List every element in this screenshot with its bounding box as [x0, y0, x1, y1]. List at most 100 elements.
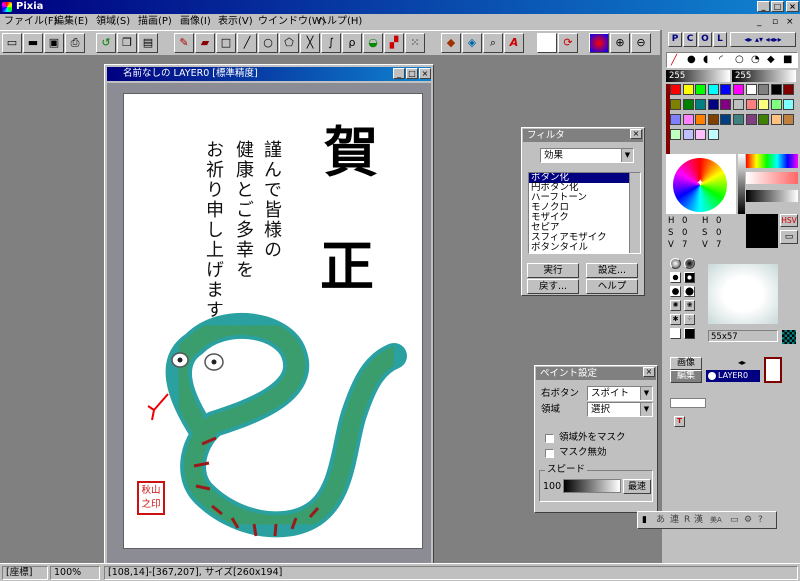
- palette-swatch[interactable]: [682, 84, 694, 95]
- black-brush-icon[interactable]: [684, 328, 695, 339]
- close-button[interactable]: ×: [786, 1, 799, 12]
- hue-bar[interactable]: [746, 154, 798, 168]
- tab-color[interactable]: C: [683, 32, 697, 47]
- palette-swatch[interactable]: [758, 114, 770, 125]
- palette-swatch[interactable]: [670, 84, 681, 95]
- palette-swatch[interactable]: [695, 84, 707, 95]
- filter-settings-button[interactable]: 設定...: [586, 263, 638, 278]
- palette-swatch[interactable]: [682, 129, 694, 140]
- brush-tip-row[interactable]: ╱ ● ◖ ◜ ○ ◔ ◆ ■: [666, 52, 798, 68]
- layer-row[interactable]: LAYER0: [706, 370, 760, 382]
- mask-disable-checkbox[interactable]: [545, 449, 554, 458]
- rotate-icon[interactable]: ⟳: [558, 33, 578, 53]
- filter-panel-close-button[interactable]: ×: [630, 129, 642, 139]
- ime-pad-icon[interactable]: ▭: [730, 514, 739, 526]
- chevron-down-icon[interactable]: ▼: [621, 149, 633, 162]
- ellipse-icon[interactable]: ○: [258, 33, 278, 53]
- doc-minimize-button[interactable]: _: [393, 68, 405, 79]
- filter-revert-button[interactable]: 戻す...: [527, 279, 579, 294]
- hsv-toggle-button[interactable]: HSV: [780, 214, 798, 227]
- chevron-down-icon[interactable]: ▼: [640, 403, 652, 416]
- color-folder-icon[interactable]: ▭: [780, 230, 798, 244]
- rectangle-icon[interactable]: □: [216, 33, 236, 53]
- density-slider[interactable]: 255: [732, 70, 796, 82]
- zoom-icon[interactable]: ⌕: [483, 33, 503, 53]
- filter-list-item[interactable]: ボタンタイル: [529, 243, 640, 253]
- palette-swatch[interactable]: [707, 99, 719, 110]
- circle-tip-icon[interactable]: ○: [735, 54, 744, 65]
- menu-draw[interactable]: 描画(P): [138, 15, 172, 29]
- menu-window[interactable]: ウインドウ(W): [258, 15, 326, 29]
- pen-tip-icon[interactable]: ╱: [671, 55, 677, 66]
- current-color-swatch[interactable]: [746, 214, 778, 248]
- ime-mode-ren[interactable]: 連: [670, 514, 679, 526]
- gradient-tip-icon[interactable]: ◔: [751, 54, 760, 65]
- palette-swatch[interactable]: [733, 84, 744, 95]
- palette-swatch[interactable]: [783, 84, 795, 95]
- big-round-brush-icon[interactable]: [684, 286, 695, 297]
- layer-thumbnail[interactable]: [764, 357, 782, 383]
- new-file-icon[interactable]: ▭: [2, 33, 22, 53]
- polygon-icon[interactable]: ⬠: [279, 33, 299, 53]
- paste-icon[interactable]: ▤: [138, 33, 158, 53]
- dots-brush-icon[interactable]: ⁘: [684, 314, 695, 325]
- doc-close-button[interactable]: ×: [419, 68, 431, 79]
- ime-mode-kanji[interactable]: 漢: [694, 514, 703, 526]
- palette-swatch[interactable]: [670, 129, 681, 140]
- palette-swatch[interactable]: [770, 99, 782, 110]
- layer-visible-icon[interactable]: [708, 372, 716, 380]
- palette-swatch[interactable]: [720, 84, 732, 95]
- palette-swatch[interactable]: [707, 129, 719, 140]
- layer-tab-image[interactable]: 画像: [670, 357, 702, 370]
- color-wheel-icon[interactable]: [589, 33, 609, 53]
- ime-mode-a[interactable]: あ: [656, 514, 665, 526]
- palette-swatch[interactable]: [758, 99, 770, 110]
- area-select[interactable]: 選択 ▼: [587, 402, 653, 417]
- palette-swatch[interactable]: [745, 99, 757, 110]
- palette-swatch[interactable]: [695, 99, 707, 110]
- stamp-icon[interactable]: ◈: [462, 33, 482, 53]
- star-brush-icon[interactable]: ✺: [670, 300, 681, 311]
- layer-arrows-icon[interactable]: ◂▸: [738, 357, 746, 369]
- palette-swatch[interactable]: [758, 84, 770, 95]
- right-button-select[interactable]: スポイト ▼: [587, 386, 653, 401]
- speed-fastest-button[interactable]: 最速: [623, 479, 651, 494]
- palette-swatch[interactable]: [733, 99, 744, 110]
- ring-brush-icon[interactable]: [670, 272, 681, 283]
- panel-arrows-button[interactable]: ◂▸ ▴▾ ◂◂▸▸: [730, 32, 796, 47]
- eraser-icon[interactable]: ▰: [195, 33, 215, 53]
- undo-icon[interactable]: ↺: [96, 33, 116, 53]
- pattern-icon[interactable]: [782, 330, 796, 344]
- open-file-icon[interactable]: ▬: [23, 33, 43, 53]
- doc-maximize-button[interactable]: □: [406, 68, 418, 79]
- curve-icon[interactable]: ∫: [321, 33, 341, 53]
- filter-category-select[interactable]: 効果 ▼: [540, 148, 634, 163]
- bucket-fill-icon[interactable]: ◒: [363, 33, 383, 53]
- maximize-button[interactable]: □: [771, 1, 784, 12]
- mask-outside-checkbox[interactable]: [545, 434, 554, 443]
- color-palette[interactable]: [670, 84, 798, 156]
- cross-brush-icon[interactable]: ✱: [670, 314, 681, 325]
- chevron-down-icon[interactable]: ▼: [640, 387, 652, 400]
- dotted-select-icon[interactable]: ⁙: [405, 33, 425, 53]
- cross-line-icon[interactable]: ╳: [300, 33, 320, 53]
- brush-tip-icon[interactable]: ◖: [703, 54, 708, 65]
- speed-slider[interactable]: [563, 479, 621, 493]
- brightness-bar[interactable]: [746, 190, 798, 202]
- minimize-button[interactable]: _: [757, 1, 770, 12]
- palette-swatch[interactable]: [745, 114, 757, 125]
- filter-list-scrollbar[interactable]: [629, 173, 640, 253]
- art-paper[interactable]: 賀 正 謹んで皆様の 健康とご多幸を お祈り申し上げます 秋山之印: [123, 93, 423, 549]
- palette-swatch[interactable]: [783, 99, 795, 110]
- tab-layer[interactable]: L: [713, 32, 727, 47]
- filter-list[interactable]: ボタン化 円ボタン化 ハーフトーン モノクロ モザイク セピア スフィアモザイク…: [528, 172, 641, 254]
- menu-file[interactable]: ファイル(F): [4, 15, 58, 29]
- filter-help-button[interactable]: ヘルプ: [586, 279, 638, 294]
- select-fill-icon[interactable]: ▞: [384, 33, 404, 53]
- palette-swatch[interactable]: [707, 84, 719, 95]
- palette-swatch[interactable]: [770, 114, 782, 125]
- alpha-slider[interactable]: 255: [666, 70, 730, 82]
- paint-icon[interactable]: ◆: [441, 33, 461, 53]
- white-brush-icon[interactable]: [670, 328, 681, 339]
- text-icon[interactable]: A: [504, 33, 524, 53]
